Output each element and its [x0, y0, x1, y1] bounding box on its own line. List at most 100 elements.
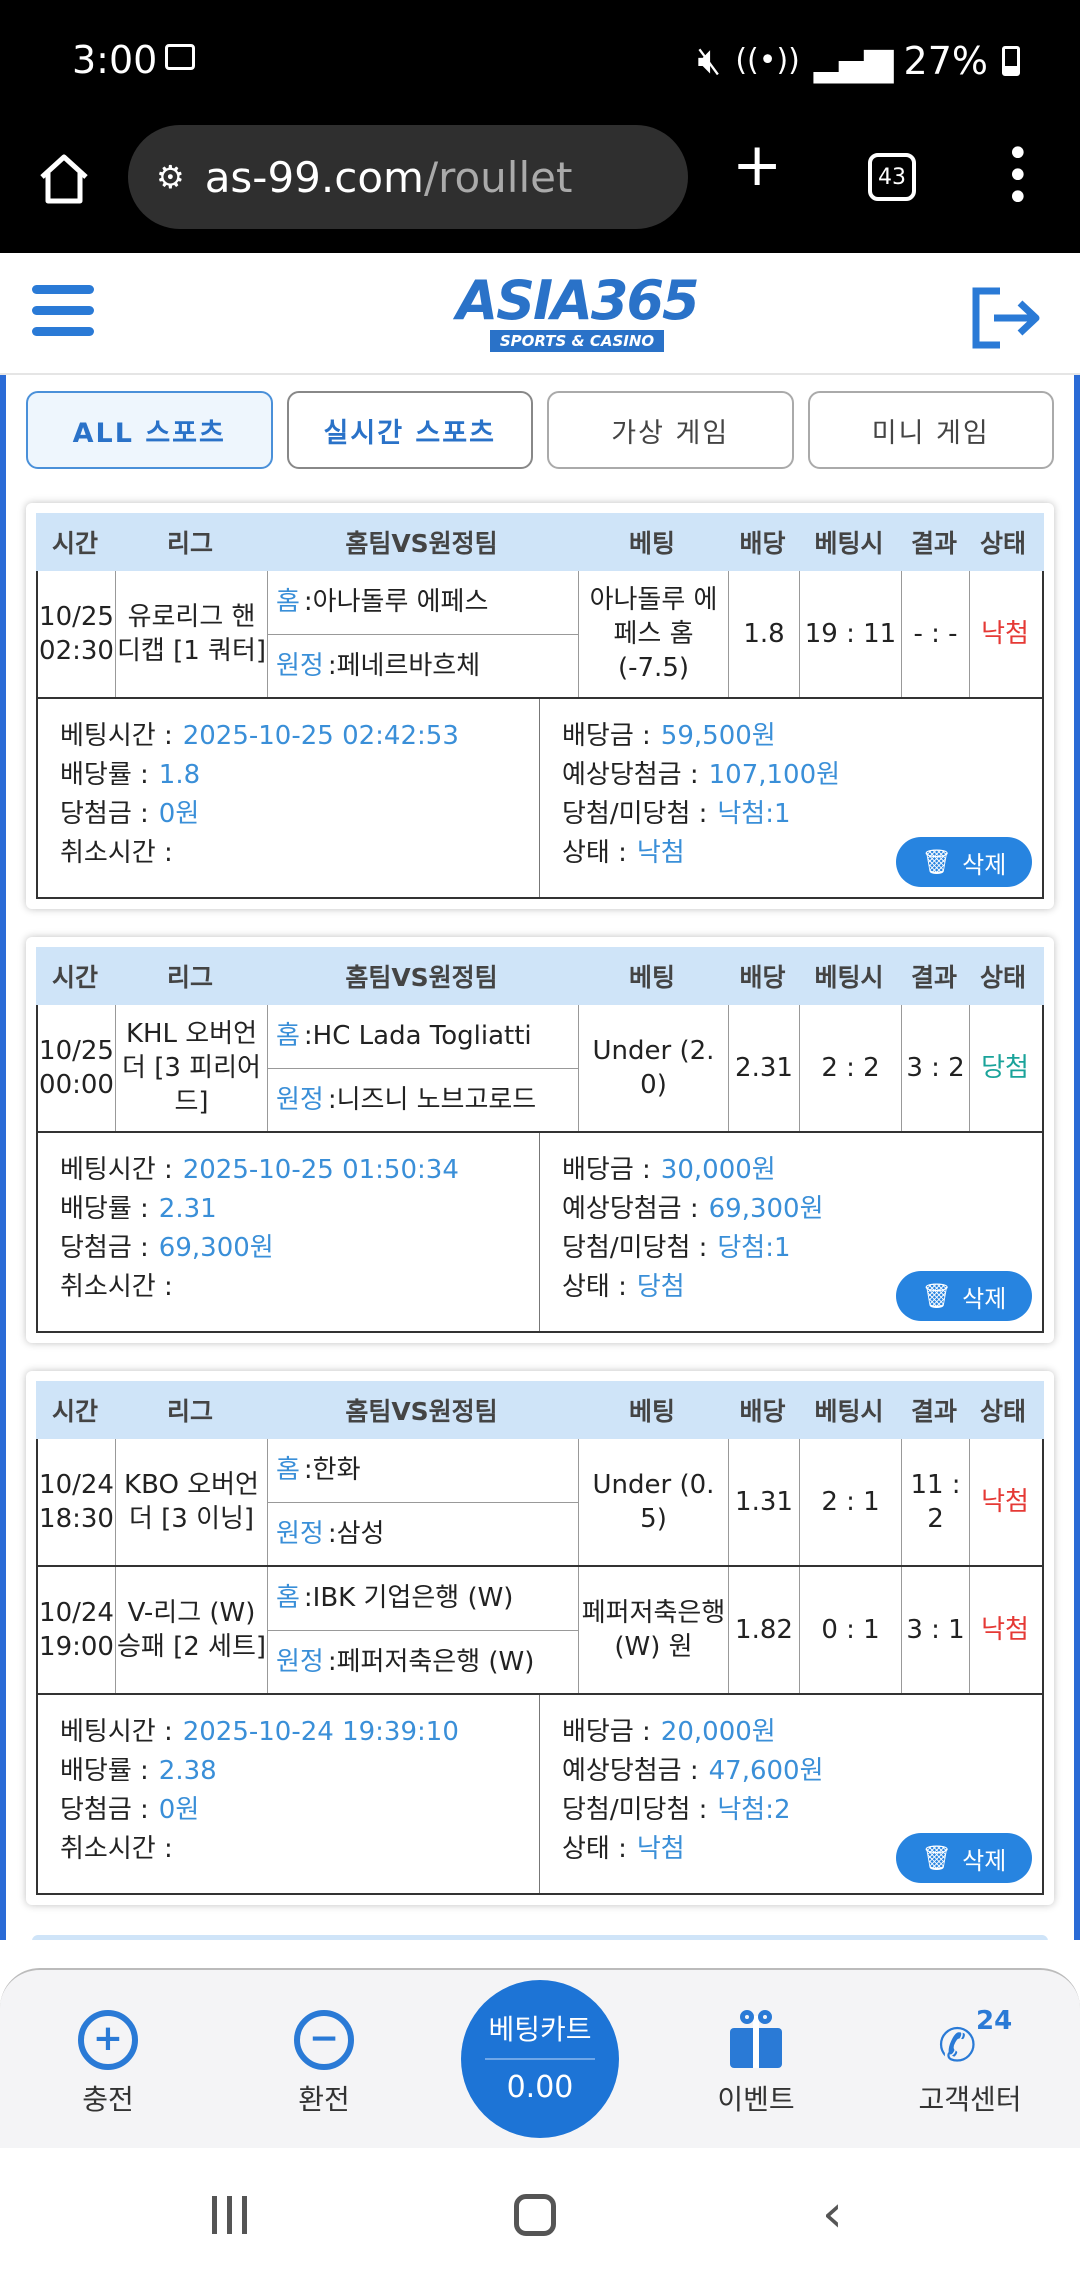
delete-button[interactable]: 🗑︎ 삭제 [896, 1271, 1032, 1321]
row-status: 낙첨 [981, 619, 1029, 649]
nav-support[interactable]: ✆ 24 고객센터 [900, 2006, 1040, 2118]
odds-value: 2.38 [158, 1756, 217, 1786]
nav-exchange[interactable]: − 환전 [254, 2010, 394, 2118]
row-odds: 1.31 [729, 1439, 800, 1565]
expected-value: 47,600원 [708, 1756, 824, 1786]
delete-button[interactable]: 🗑︎ 삭제 [896, 837, 1032, 887]
status-bar: 3:00 🔇︎ ((•)) ▂▄▆ 27% [0, 0, 1080, 125]
row-time: 10/24 19:00 [38, 1567, 116, 1693]
header-pick: 베팅 [628, 529, 675, 558]
row-score-at-bet: 2 : 2 [800, 1005, 902, 1131]
plus-circle-icon: + [78, 2010, 138, 2070]
win-amount-value: 0원 [158, 1795, 200, 1825]
site-logo[interactable]: ASIA365 SPORTS & CASINO [452, 271, 702, 367]
status-right: 🔇︎ ((•)) ▂▄▆ 27% [697, 38, 1020, 83]
row-score-at-bet: 2 : 1 [800, 1439, 902, 1565]
header-league: 리그 [166, 963, 213, 992]
back-icon[interactable]: ‹ [822, 2184, 843, 2244]
home-button-icon[interactable] [514, 2194, 556, 2236]
tab-mini-games[interactable]: 미니 게임 [807, 391, 1054, 469]
bet-summary: 베팅시간 :2025-10-25 01:50:34 배당률 :2.31 당첨금 … [36, 1133, 1044, 1333]
row-status: 낙첨 [981, 1615, 1029, 1645]
row-league: 유로리그 핸디캡 [1 쿼터] [116, 571, 268, 697]
row-pick: Under (2. 0) [579, 1005, 729, 1131]
next-card-peek [32, 1935, 1048, 1940]
delete-button[interactable]: 🗑︎ 삭제 [896, 1833, 1032, 1883]
bet-summary: 베팅시간 :2025-10-25 02:42:53 배당률 :1.8 당첨금 :… [36, 699, 1044, 899]
status-value: 당첨 [636, 1272, 685, 1302]
cart-label: 베팅카트 [488, 2013, 592, 2046]
nav-event[interactable]: 이벤트 [686, 2010, 826, 2118]
cart-value: 0.00 [506, 2070, 574, 2105]
table-row: 10/24 19:00 V-리그 (W) 승패 [2 세트] 홈:IBK 기업은… [36, 1567, 1044, 1695]
header-result: 결과 [910, 963, 957, 992]
tab-live-sports[interactable]: 실시간 스포츠 [286, 391, 533, 469]
row-status: 낙첨 [981, 1487, 1029, 1517]
header-teams: 홈팀VS원정팀 [345, 529, 498, 558]
summary-left: 베팅시간 :2025-10-25 02:42:53 배당률 :1.8 당첨금 :… [38, 699, 540, 897]
status-time: 3:00 [72, 38, 158, 82]
away-team: 원정:페퍼저축은행 (W) [276, 1646, 535, 1677]
bet-time-value: 2025-10-25 02:42:53 [182, 721, 459, 751]
wifi-icon: ((•)) [735, 43, 800, 78]
row-league: KBO 오버언더 [3 이닝] [116, 1439, 268, 1565]
more-menu-icon[interactable]: • • • [1006, 134, 1030, 218]
header-odds: 배당 [739, 1397, 786, 1426]
browser-toolbar: ⚙︎ as-99.com/roullet + 43 • • • [0, 125, 1080, 253]
nav-charge[interactable]: + 충전 [38, 2010, 178, 2118]
table-row: 10/24 18:30 KBO 오버언더 [3 이닝] 홈:한화 원정:삼성 U… [36, 1439, 1044, 1567]
tab-count-button[interactable]: 43 [868, 153, 916, 201]
table-header: 시간 리그 홈팀VS원정팀 베팅 배당 베팅시 결과 상태 [36, 1381, 1044, 1439]
logo-subtext: SPORTS & CASINO [489, 330, 665, 352]
header-result: 결과 [910, 529, 957, 558]
stake-value: 30,000원 [660, 1155, 776, 1185]
table-header: 시간 리그 홈팀VS원정팀 베팅 배당 베팅시 결과 상태 [36, 947, 1044, 1005]
bet-time-value: 2025-10-25 01:50:34 [182, 1155, 459, 1185]
header-pick: 베팅 [628, 1397, 675, 1426]
header-time: 시간 [51, 529, 98, 558]
site-header: ASIA365 SPORTS & CASINO [0, 253, 1080, 375]
tab-virtual-games[interactable]: 가상 게임 [547, 391, 794, 469]
site-settings-icon[interactable]: ⚙︎ [156, 158, 185, 196]
stake-value: 59,500원 [660, 721, 776, 751]
recent-apps-icon[interactable] [212, 2196, 247, 2234]
address-bar[interactable]: ⚙︎ as-99.com/roullet [128, 125, 688, 229]
row-league: V-리그 (W) 승패 [2 세트] [116, 1567, 268, 1693]
header-time: 시간 [51, 963, 98, 992]
row-status: 당첨 [981, 1053, 1029, 1083]
header-odds: 배당 [739, 529, 786, 558]
row-teams: 홈:아나돌루 에페스 원정:페네르바흐체 [268, 571, 579, 697]
tab-all-sports[interactable]: ALL 스포츠 [26, 391, 273, 469]
home-icon[interactable] [36, 151, 92, 207]
new-tab-icon[interactable]: + [732, 135, 782, 195]
header-pick: 베팅 [628, 963, 675, 992]
away-team: 원정:삼성 [276, 1518, 385, 1549]
win-lose-value: 낙첨:2 [717, 1795, 791, 1825]
minus-circle-icon: − [294, 2010, 354, 2070]
header-status: 상태 [979, 963, 1026, 992]
header-status: 상태 [979, 1397, 1026, 1426]
row-score-at-bet: 0 : 1 [800, 1567, 902, 1693]
hamburger-menu-icon[interactable] [32, 285, 94, 341]
table-row: 10/25 00:00 KHL 오버언더 [3 피리어드] 홈:HC Lada … [36, 1005, 1044, 1133]
row-result: 11 : 2 [902, 1439, 970, 1565]
home-team: 홈:아나돌루 에페스 [268, 571, 578, 635]
header-teams: 홈팀VS원정팀 [345, 963, 498, 992]
url-text[interactable]: as-99.com/roullet [205, 153, 573, 202]
bet-history-content: ALL 스포츠 실시간 스포츠 가상 게임 미니 게임 시간 리그 홈팀VS원정… [0, 375, 1080, 1940]
logout-icon[interactable] [970, 285, 1042, 351]
mute-icon: 🔇︎ [697, 38, 722, 82]
row-odds: 1.8 [729, 571, 800, 697]
home-team: 홈:HC Lada Togliatti [268, 1005, 578, 1069]
bottom-nav: + 충전 − 환전 베팅카트 0.00 이벤트 ✆ 24 고객센터 [0, 1968, 1080, 2148]
bet-card: 시간 리그 홈팀VS원정팀 베팅 배당 베팅시 결과 상태 10/25 00:0… [26, 937, 1054, 1343]
header-result: 결과 [910, 1397, 957, 1426]
system-nav-bar: ‹ [0, 2148, 1080, 2280]
row-score-at-bet: 19 : 11 [800, 571, 902, 697]
betting-cart-button[interactable]: 베팅카트 0.00 [461, 1980, 619, 2138]
battery-percent: 27% [903, 38, 988, 83]
header-time: 시간 [51, 1397, 98, 1426]
row-teams: 홈:IBK 기업은행 (W) 원정:페퍼저축은행 (W) [268, 1567, 579, 1693]
away-team: 원정:니즈니 노브고로드 [276, 1084, 537, 1115]
odds-value: 2.31 [158, 1194, 217, 1224]
